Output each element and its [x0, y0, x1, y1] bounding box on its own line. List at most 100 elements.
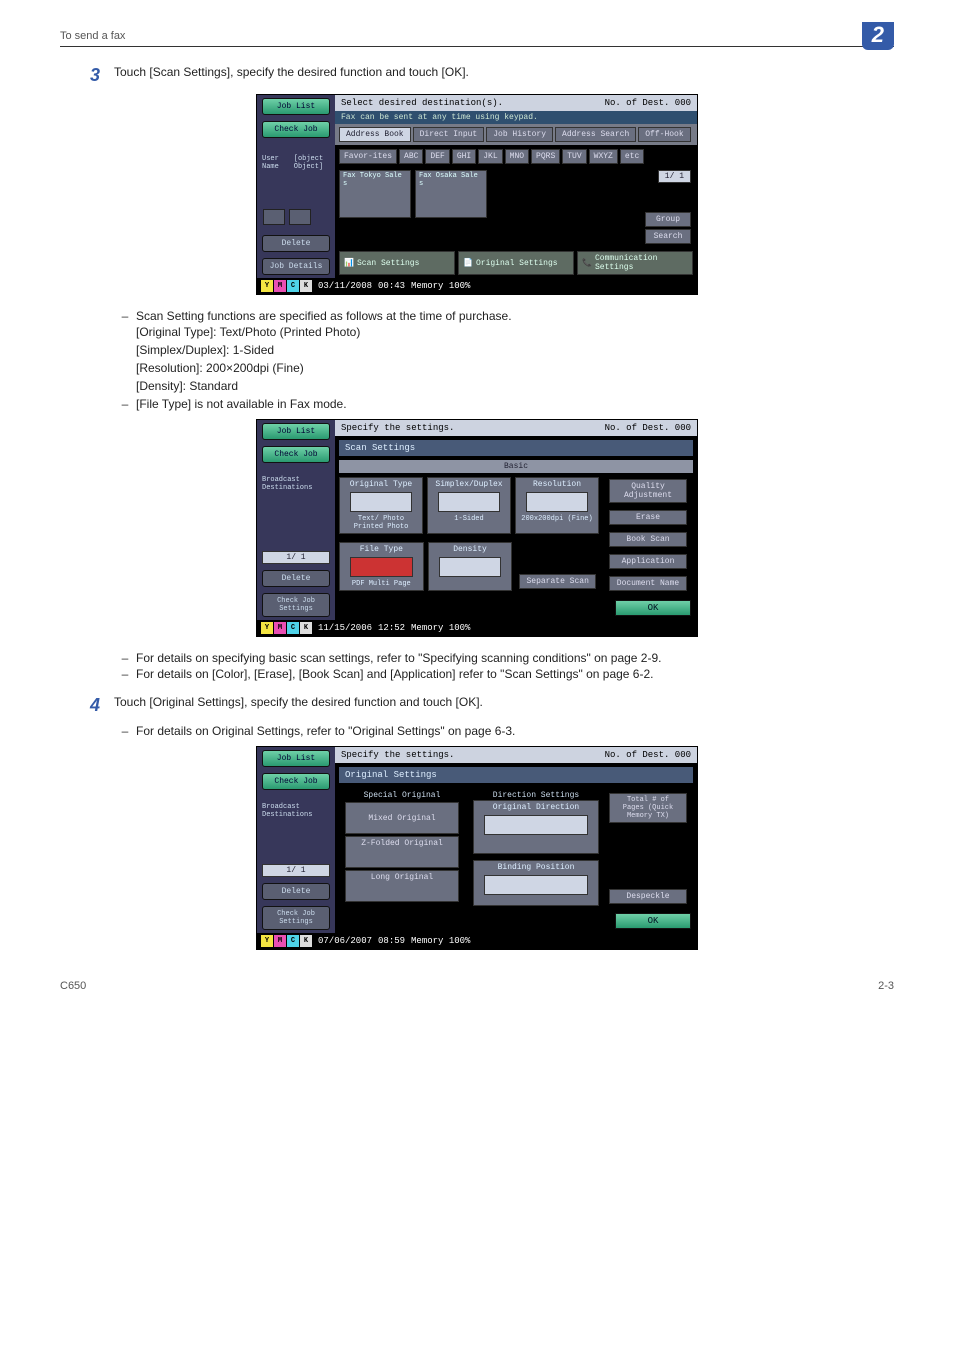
delete-button[interactable]: Delete	[262, 570, 330, 587]
note-scan-settings-ref: For details on [Color], [Erase], [Book S…	[136, 667, 894, 681]
mixed-original-button[interactable]: Mixed Original	[345, 802, 459, 834]
cell-simplex-duplex[interactable]: Simplex/Duplex1-Sided	[427, 477, 511, 534]
toner-indicator: YMCK	[261, 935, 312, 947]
job-details-button[interactable]: Job Details	[262, 258, 330, 275]
step-text-3: Touch [Scan Settings], specify the desir…	[114, 65, 894, 86]
job-list-button[interactable]: Job List	[262, 98, 330, 115]
check-job-button[interactable]: Check Job	[262, 773, 330, 790]
cell-file-type[interactable]: File TypePDF Multi Page	[339, 542, 424, 591]
screenshot-fax-destination: Job List Check Job User Name [object Obj…	[256, 94, 698, 295]
note-lead: Scan Setting functions are specified as …	[136, 309, 894, 323]
job-list-button[interactable]: Job List	[262, 423, 330, 440]
chapter-badge: 2	[862, 22, 894, 50]
dest-count: No. of Dest. 000	[605, 423, 691, 433]
comm-settings-button[interactable]: 📞Communication Settings	[577, 251, 693, 275]
dest-card-osaka[interactable]: Fax Osaka Sale s	[415, 170, 487, 218]
tab-off-hook[interactable]: Off-Hook	[638, 127, 690, 142]
key-favorites[interactable]: Favor-ites	[339, 149, 397, 164]
sidebar-pager: 1/ 1	[262, 864, 330, 877]
status-date: 03/11/2008	[318, 281, 372, 291]
dest-count: No. of Dest. 000	[605, 98, 691, 108]
direction-settings-label: Direction Settings	[473, 791, 599, 800]
density-icon	[439, 557, 502, 577]
check-job-settings-button[interactable]: Check Job Settings	[262, 593, 330, 617]
search-button[interactable]: Search	[645, 229, 691, 244]
key-mno[interactable]: MNO	[505, 149, 529, 164]
step-text-4: Touch [Original Settings], specify the d…	[114, 695, 894, 716]
long-original-button[interactable]: Long Original	[345, 870, 459, 902]
separate-scan-button[interactable]: Separate Scan	[519, 574, 595, 589]
key-def[interactable]: DEF	[425, 149, 449, 164]
screenshot-original-settings: Job List Check Job Broadcast Destination…	[256, 746, 698, 950]
status-memory: Memory 100%	[411, 936, 470, 946]
key-wxyz[interactable]: WXYZ	[589, 149, 618, 164]
delete-button[interactable]: Delete	[262, 235, 330, 252]
note-original-type: [Original Type]: Text/Photo (Printed Pho…	[136, 323, 894, 341]
col-status: [object Object]	[294, 155, 330, 171]
panel-name: Original Settings	[339, 767, 693, 783]
pager: 1/ 1	[658, 170, 691, 183]
check-job-settings-button[interactable]: Check Job Settings	[262, 906, 330, 930]
ok-button[interactable]: OK	[615, 913, 691, 929]
key-tuv[interactable]: TUV	[562, 149, 586, 164]
group-button[interactable]: Group	[645, 212, 691, 227]
status-date: 07/06/2007	[318, 936, 372, 946]
running-head: To send a fax	[60, 30, 894, 42]
status-memory: Memory 100%	[411, 281, 470, 291]
document-name-button[interactable]: Document Name	[609, 576, 687, 591]
ok-button[interactable]: OK	[615, 600, 691, 616]
grid-icon	[526, 492, 588, 512]
zfolded-button[interactable]: Z-Folded Original	[345, 836, 459, 868]
tab-address-search[interactable]: Address Search	[555, 127, 636, 142]
screen-title: Select desired destination(s).	[341, 98, 503, 108]
key-jkl[interactable]: JKL	[478, 149, 502, 164]
job-list-button[interactable]: Job List	[262, 750, 330, 767]
basic-header: Basic	[339, 460, 693, 473]
dest-count: No. of Dest. 000	[605, 750, 691, 760]
scan-settings-button[interactable]: 📊Scan Settings	[339, 251, 455, 275]
key-pqrs[interactable]: PQRS	[531, 149, 560, 164]
application-button[interactable]: Application	[609, 554, 687, 569]
check-job-button[interactable]: Check Job	[262, 121, 330, 138]
key-abc[interactable]: ABC	[399, 149, 423, 164]
special-original-label: Special Original	[339, 791, 465, 800]
note-resolution: [Resolution]: 200×200dpi (Fine)	[136, 359, 894, 377]
up-button[interactable]	[263, 209, 285, 225]
original-settings-button[interactable]: 📄Original Settings	[458, 251, 574, 275]
key-etc[interactable]: etc	[620, 149, 644, 164]
broadcast-label: Broadcast Destinations	[257, 803, 335, 819]
screen-title: Specify the settings.	[341, 423, 454, 433]
screenshot-scan-settings: Job List Check Job Broadcast Destination…	[256, 419, 698, 637]
cell-resolution[interactable]: Resolution200x200dpi (Fine)	[515, 477, 599, 534]
step-number-4: 4	[60, 695, 114, 716]
delete-button[interactable]: Delete	[262, 883, 330, 900]
pdf-icon	[350, 557, 413, 577]
screen-title: Specify the settings.	[341, 750, 454, 760]
text-photo-icon	[350, 492, 412, 512]
tab-direct-input[interactable]: Direct Input	[413, 127, 485, 142]
total-pages-button[interactable]: Total # of Pages (Quick Memory TX)	[609, 793, 687, 823]
check-job-button[interactable]: Check Job	[262, 446, 330, 463]
note-filetype: [File Type] is not available in Fax mode…	[136, 397, 894, 411]
quality-adjustment-button[interactable]: Quality Adjustment	[609, 479, 687, 503]
cell-original-type[interactable]: Original TypeText/ Photo Printed Photo	[339, 477, 423, 534]
down-button[interactable]	[289, 209, 311, 225]
key-ghi[interactable]: GHI	[452, 149, 476, 164]
sidebar-pager: 1/ 1	[262, 551, 330, 564]
note-original-settings-ref: For details on Original Settings, refer …	[136, 724, 894, 738]
toner-indicator: YMCK	[261, 622, 312, 634]
dest-card-tokyo[interactable]: Fax Tokyo Sale s	[339, 170, 411, 218]
col-user: User Name	[262, 155, 284, 171]
book-scan-button[interactable]: Book Scan	[609, 532, 687, 547]
panel-name: Scan Settings	[339, 440, 693, 456]
cell-density[interactable]: Density	[428, 542, 513, 591]
hint-bar: Fax can be sent at any time using keypad…	[335, 111, 697, 124]
original-direction-button[interactable]: Original Direction	[473, 800, 599, 854]
binding-position-button[interactable]: Binding Position	[473, 860, 599, 906]
tab-job-history[interactable]: Job History	[486, 127, 553, 142]
step-number-3: 3	[60, 65, 114, 86]
despeckle-button[interactable]: Despeckle	[609, 889, 687, 904]
erase-button[interactable]: Erase	[609, 510, 687, 525]
status-memory: Memory 100%	[411, 623, 470, 633]
tab-address-book[interactable]: Address Book	[339, 127, 411, 142]
